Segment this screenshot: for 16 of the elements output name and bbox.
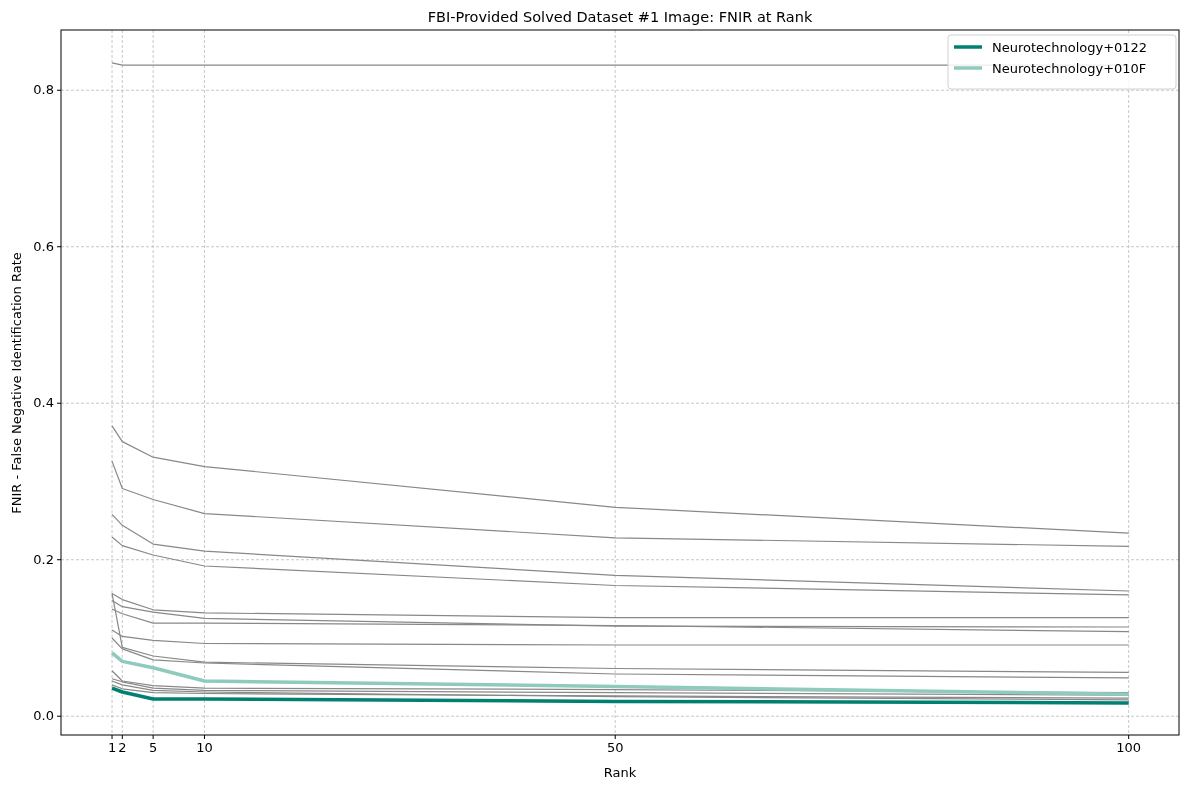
x-tick-label: 50 xyxy=(606,740,624,755)
y-tick-label: 0.0 xyxy=(33,708,54,724)
x-axis-label: Rank xyxy=(603,765,637,780)
legend-label: Neurotechnology+010F xyxy=(992,61,1147,76)
y-tick-label: 0.8 xyxy=(33,82,54,98)
x-tick-label: 1 xyxy=(107,740,117,755)
legend-label: Neurotechnology+0122 xyxy=(992,40,1148,55)
y-tick-label: 0.6 xyxy=(33,238,54,254)
x-tick-label: 100 xyxy=(1116,740,1142,755)
x-tick-label: 5 xyxy=(148,740,158,755)
x-tick-label: 2 xyxy=(118,740,127,755)
x-tick-label: 10 xyxy=(196,740,213,755)
chart-title: FBI-Provided Solved Dataset #1 Image: FNIR at Rank xyxy=(427,9,813,25)
y-axis-label: FNIR - False Negative Identification Rate xyxy=(9,252,24,514)
y-tick-label: 0.2 xyxy=(33,551,54,567)
y-tick-label: 0.4 xyxy=(33,395,54,411)
